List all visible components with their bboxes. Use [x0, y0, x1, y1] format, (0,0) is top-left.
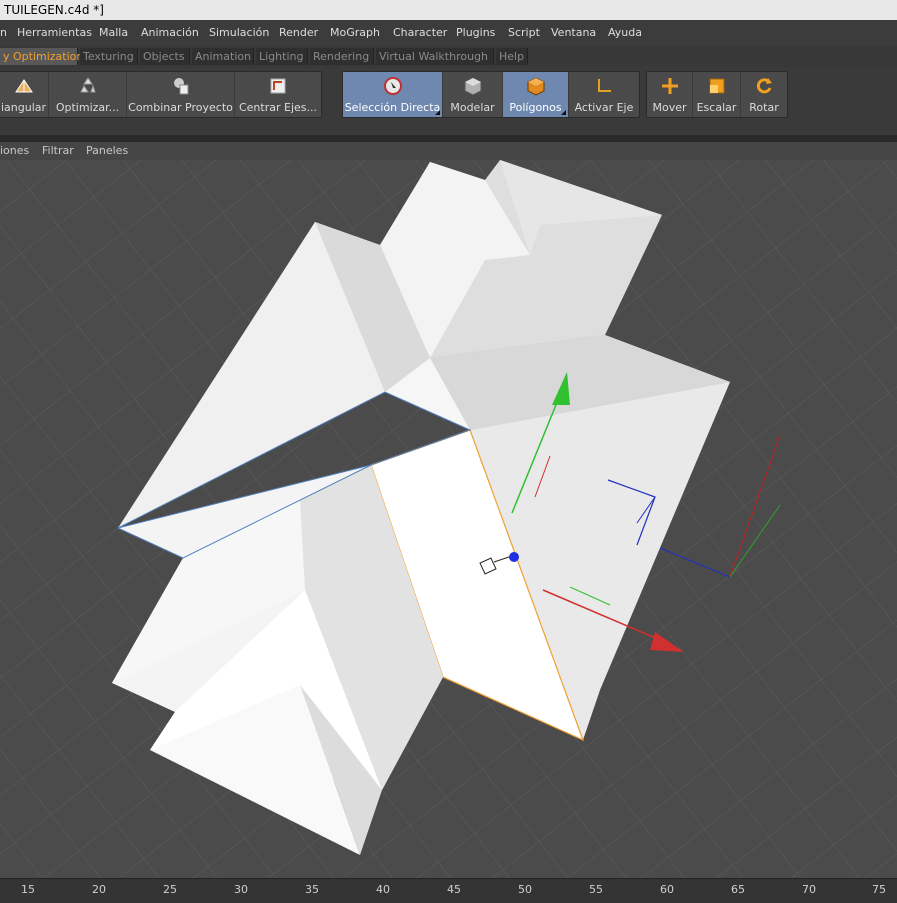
- recycle-icon: [79, 77, 96, 93]
- seleccion-directa-button[interactable]: Selección Directa: [343, 72, 443, 117]
- menu-item-cut[interactable]: n: [0, 26, 7, 39]
- ruler-tick: 75: [872, 883, 886, 896]
- ruler-tick: 30: [234, 883, 248, 896]
- menu-character[interactable]: Character: [393, 26, 447, 39]
- polygon-mode-icon: [527, 77, 544, 96]
- menu-malla[interactable]: Malla: [99, 26, 128, 39]
- separator: [0, 135, 897, 142]
- tab-virtual-walkthrough[interactable]: Virtual Walkthrough: [376, 48, 494, 65]
- combinar-proyecto-button[interactable]: Combinar Proyecto: [127, 72, 235, 117]
- menu-render[interactable]: Render: [279, 26, 318, 39]
- toolbar: iangular Optimizar... Combinar Proyecto …: [0, 67, 897, 136]
- direct-selection-icon: [383, 77, 402, 95]
- viewport-scene[interactable]: [0, 160, 897, 878]
- tab-lighting[interactable]: Lighting: [256, 48, 308, 65]
- viewport-menu-filtrar[interactable]: Filtrar: [42, 144, 74, 157]
- ruler-tick: 50: [518, 883, 532, 896]
- ruler-tick: 45: [447, 883, 461, 896]
- toolbar-group-mode: Selección Directa Modelar Polígonos Acti…: [342, 71, 640, 118]
- ruler-tick: 35: [305, 883, 319, 896]
- ruler-tick: 70: [802, 883, 816, 896]
- dropdown-indicator-icon: [435, 110, 440, 115]
- escalar-button[interactable]: Escalar: [693, 72, 741, 117]
- ruler-tick: 40: [376, 883, 390, 896]
- centrar-ejes-button[interactable]: Centrar Ejes...: [235, 72, 321, 117]
- tabs-bar: y Optimization Texturing Objects Animati…: [0, 45, 897, 67]
- toolbar-group-transform: Mover Escalar Rotar: [646, 71, 788, 118]
- poligonos-button[interactable]: Polígonos: [503, 72, 569, 117]
- menu-bar: n Herramientas Malla Animación Simulació…: [0, 20, 897, 45]
- move-icon: [661, 78, 678, 94]
- ruler-tick: 15: [21, 883, 35, 896]
- menu-mograph[interactable]: MoGraph: [330, 26, 380, 39]
- title-bar: TUILEGEN.c4d *]: [0, 0, 897, 20]
- viewport-menu-paneles[interactable]: Paneles: [86, 144, 128, 157]
- gizmo-center-handle[interactable]: [509, 552, 519, 562]
- ruler-tick: 55: [589, 883, 603, 896]
- tab-help[interactable]: Help: [496, 48, 528, 65]
- menu-herramientas[interactable]: Herramientas: [17, 26, 92, 39]
- menu-animacion[interactable]: Animación: [141, 26, 199, 39]
- triangulate-icon: [14, 79, 33, 93]
- viewport-menu-bar: iones Filtrar Paneles: [0, 142, 897, 160]
- triangular-button[interactable]: iangular: [0, 72, 49, 117]
- mover-button[interactable]: Mover: [647, 72, 693, 117]
- ruler-tick: 60: [660, 883, 674, 896]
- window-title: TUILEGEN.c4d *]: [4, 3, 104, 17]
- menu-script[interactable]: Script: [508, 26, 540, 39]
- rotar-button[interactable]: Rotar: [741, 72, 787, 117]
- ruler-tick: 25: [163, 883, 177, 896]
- tab-animation[interactable]: Animation: [192, 48, 254, 65]
- ruler-tick: 20: [92, 883, 106, 896]
- ruler-tick: 65: [731, 883, 745, 896]
- scale-icon: [709, 78, 724, 94]
- 3d-viewport[interactable]: [0, 160, 897, 878]
- menu-plugins[interactable]: Plugins: [456, 26, 495, 39]
- menu-ayuda[interactable]: Ayuda: [608, 26, 642, 39]
- tab-objects[interactable]: Objects: [140, 48, 190, 65]
- activar-eje-button[interactable]: Activar Eje: [569, 72, 639, 117]
- modelar-button[interactable]: Modelar: [443, 72, 503, 117]
- axis-icon: [598, 79, 611, 92]
- toolbar-group-project: iangular Optimizar... Combinar Proyecto …: [0, 71, 322, 118]
- menu-simulacion[interactable]: Simulación: [209, 26, 269, 39]
- optimizar-button[interactable]: Optimizar...: [49, 72, 127, 117]
- viewport-menu-opciones[interactable]: iones: [0, 144, 29, 157]
- tab-texturing[interactable]: Texturing: [80, 48, 138, 65]
- merge-icon: [173, 78, 188, 95]
- menu-ventana[interactable]: Ventana: [551, 26, 596, 39]
- center-axis-icon: [270, 78, 286, 94]
- rotate-icon: [756, 78, 772, 94]
- dropdown-indicator-icon: [561, 110, 566, 115]
- tab-rendering[interactable]: Rendering: [310, 48, 374, 65]
- cube-model-icon: [464, 77, 481, 96]
- tab-optimization[interactable]: y Optimization: [0, 48, 83, 65]
- timeline-ruler[interactable]: 15 20 25 30 35 40 45 50 55 60 65 70 75: [0, 878, 897, 903]
